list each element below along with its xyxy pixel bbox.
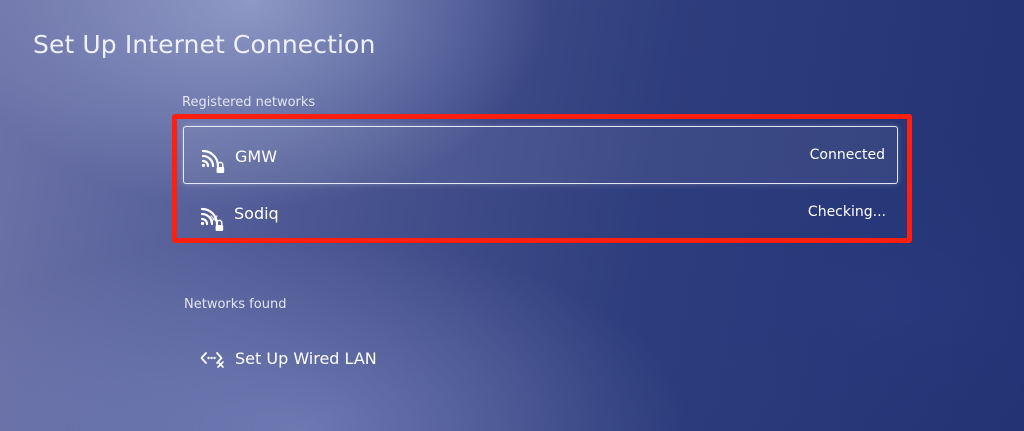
networks-found-heading: Networks found (184, 297, 287, 312)
wired-lan-disconnected-icon (200, 352, 224, 368)
network-row-gmw[interactable]: GMW Connected (183, 126, 898, 184)
setup-wired-lan-label: Set Up Wired LAN (235, 349, 377, 368)
network-row-sodiq[interactable]: Sodiq Checking... (183, 186, 898, 244)
network-status: Checking... (807, 204, 886, 220)
page-title: Set Up Internet Connection (33, 30, 376, 59)
network-name: GMW (235, 147, 278, 166)
network-status: Connected (809, 147, 885, 163)
wifi-locked-icon (200, 207, 224, 231)
wifi-locked-icon (201, 149, 225, 173)
network-name: Sodiq (234, 204, 279, 223)
setup-wired-lan-item[interactable]: Set Up Wired LAN (183, 340, 583, 376)
registered-networks-heading: Registered networks (182, 95, 316, 110)
